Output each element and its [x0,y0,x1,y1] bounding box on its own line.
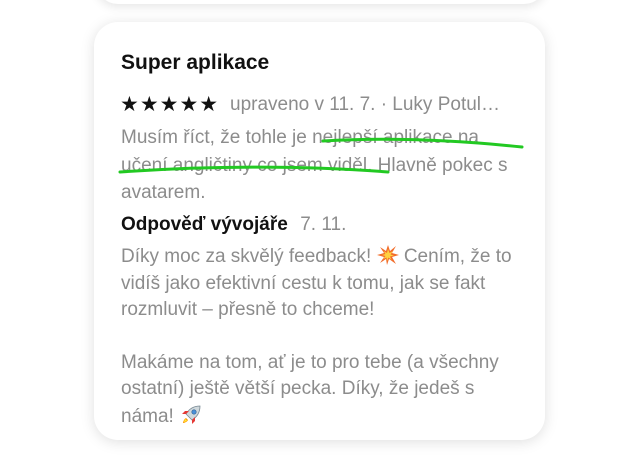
star-rating: ★★★★★ [120,92,220,116]
response-text-1: Díky moc za skvělý feedback! [121,246,372,267]
developer-response-paragraph-1: Díky moc za skvělý feedback! Cením, že t… [121,244,521,324]
review-title: Super aplikace [121,51,270,74]
developer-response-title: Odpověď vývojáře [121,214,288,235]
developer-response-body: Díky moc za skvělý feedback! Cením, že t… [121,244,521,430]
review-body: Musím říct, že tohle je nejlepší aplikac… [121,127,508,203]
developer-response-header: Odpověď vývojáře 7. 11. [121,212,346,239]
rocket-icon [179,403,203,427]
sparkle-icon [376,245,399,265]
review-card: Super aplikace ★★★★★ upraveno v 11. 7. ·… [94,22,545,440]
previous-review-card [96,0,546,4]
review-meta: upraveno v 11. 7. · Luky Potul… [230,94,501,115]
response-text-2: Makáme na tom, ať je to pro tebe (a všec… [121,351,499,427]
developer-response-paragraph-2: Makáme na tom, ať je to pro tebe (a všec… [121,350,521,431]
developer-response-date: 7. 11. [300,214,347,235]
